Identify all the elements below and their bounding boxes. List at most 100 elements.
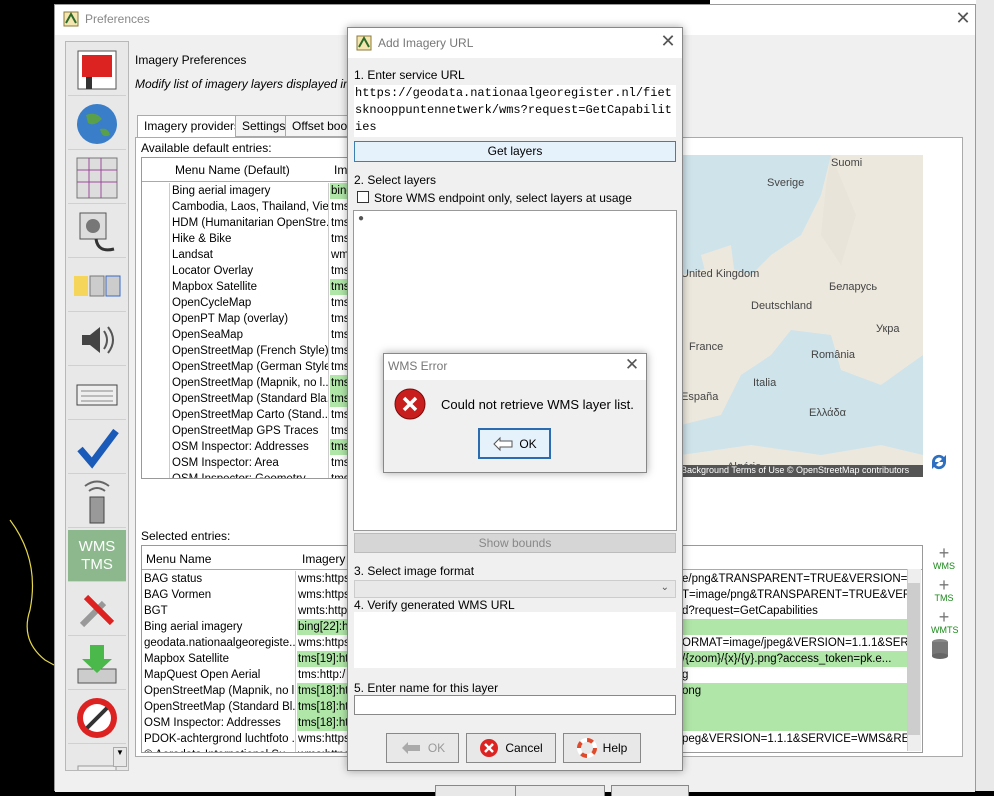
tab-advanced[interactable] <box>68 584 126 636</box>
close-icon[interactable]: ✕ <box>658 31 678 53</box>
download-plugins-icon <box>77 644 117 683</box>
table-cell <box>142 359 170 375</box>
table-cell: T=image/png&TRANSPARENT=TRUE&VER... <box>682 589 908 601</box>
map-label: United Kingdom <box>681 268 760 280</box>
table-cell: /{zoom}/{x}/{y}.png?access_token=pk.e... <box>682 651 908 667</box>
tab-map-projection[interactable] <box>68 98 126 150</box>
table-cell <box>142 407 170 423</box>
delete-cylinder-icon[interactable] <box>929 637 951 661</box>
table-cell: OpenStreetMap (Mapnik, no l... <box>144 683 296 699</box>
table-cell <box>682 747 908 752</box>
table-cell: ong <box>682 683 908 699</box>
refresh-icon[interactable] <box>928 451 950 473</box>
table-row[interactable]: OpenStreetMap Carto (Stand... tms <box>142 407 348 423</box>
table-cell <box>142 471 170 478</box>
table-cell: Bing aerial imagery <box>171 183 329 199</box>
tab-validator[interactable] <box>68 422 126 474</box>
add-wmts-button[interactable]: + WMTS <box>931 608 959 637</box>
tab-toolbar[interactable] <box>68 260 126 312</box>
table-cell <box>142 295 170 311</box>
table-cell <box>142 455 170 471</box>
table-row[interactable]: OpenPT Map (overlay) tms <box>142 311 348 327</box>
tab-remote-control[interactable] <box>68 476 126 528</box>
table-row[interactable]: OpenCycleMap tms <box>142 295 348 311</box>
tab-settings[interactable]: Settings <box>235 115 293 137</box>
table-row[interactable]: OpenStreetMap (French Style) tms <box>142 343 348 359</box>
background-map-line <box>9 519 54 666</box>
add-wms-button[interactable]: + WMS <box>931 544 957 573</box>
table-row[interactable]: Mapbox Satellite tms <box>142 279 348 295</box>
tab-display-settings[interactable] <box>68 44 126 96</box>
generated-wms-url-field[interactable] <box>354 612 676 668</box>
imagery-bounds-map[interactable]: Suomi Sverige United Kingdom Deutschland… <box>681 155 923 477</box>
cancel-button[interactable]: Cancel <box>466 733 556 763</box>
table-row[interactable]: HDM (Humanitarian OpenStre... tms <box>142 215 348 231</box>
close-icon[interactable]: ✕ <box>953 8 973 30</box>
tab-plugins[interactable] <box>68 638 126 690</box>
tab-imagery-providers[interactable]: Imagery providers <box>137 115 248 138</box>
layer-name-input[interactable] <box>354 695 676 715</box>
table-cell: e/png&TRANSPARENT=TRUE&VERSION=1... <box>682 573 908 585</box>
available-entries-table[interactable]: Menu Name (Default) Imagery URL (Default… <box>141 157 349 479</box>
tab-column-scroll-down[interactable]: ▼ <box>113 747 127 767</box>
table-cell <box>142 263 170 279</box>
table-cell: Locator Overlay <box>171 263 329 279</box>
map-attribution[interactable]: Background Terms of Use © OpenStreetMap … <box>681 465 923 477</box>
step5-label: 5. Enter name for this layer <box>354 681 499 695</box>
imagery-wms-tms-icon: WMS TMS <box>78 537 116 573</box>
ok-button[interactable]: OK <box>386 733 459 763</box>
table-cell: Mapbox Satellite <box>171 279 329 295</box>
image-format-select[interactable]: ⌄ <box>354 580 676 598</box>
store-endpoint-checkbox[interactable] <box>357 191 369 203</box>
table-cell <box>142 311 170 327</box>
table-cell: Landsat <box>171 247 329 263</box>
error-icon <box>394 388 426 420</box>
table-row[interactable]: Landsatwms <box>142 247 348 263</box>
audio-icon <box>82 325 114 354</box>
table-row[interactable]: OpenStreetMap (Mapnik, no l... tms <box>142 375 348 391</box>
table-row[interactable]: OpenStreetMap (Standard Bla... tms <box>142 391 348 407</box>
map-label: France <box>689 341 724 353</box>
tab-map-paint[interactable] <box>68 152 126 204</box>
background-window-edge-right <box>976 0 994 791</box>
column-header[interactable]: Menu Name (Default) <box>175 163 290 177</box>
help-button[interactable]: Help <box>563 733 641 763</box>
tab-connection[interactable] <box>68 206 126 258</box>
table-row[interactable]: OpenSeaMap tms <box>142 327 348 343</box>
table-row[interactable]: OpenStreetMap (German Style) tms <box>142 359 348 375</box>
table-cell: © Aerodata International Su... <box>142 747 296 752</box>
map-label: Укра <box>876 323 900 335</box>
add-tms-button[interactable]: + TMS <box>931 576 957 605</box>
table-row[interactable]: OSM Inspector: Geometry tms <box>142 471 348 478</box>
dialog-title: Add Imagery URL <box>378 36 474 50</box>
tab-audio[interactable] <box>68 314 126 366</box>
table-row[interactable]: Cambodia, Laos, Thailand, Vie... tms <box>142 199 348 215</box>
table-row[interactable]: OpenStreetMap GPS Traces tms <box>142 423 348 439</box>
table-row[interactable]: Locator Overlay tms <box>142 263 348 279</box>
show-bounds-button[interactable]: Show bounds <box>354 533 676 553</box>
table-cell: HDM (Humanitarian OpenStre... <box>172 215 329 231</box>
map-label: Suomi <box>831 157 863 169</box>
scrollbar-thumb[interactable] <box>908 583 920 735</box>
table-row[interactable]: Hike & Bike tms <box>142 231 348 247</box>
ok-button[interactable]: OK <box>478 428 551 459</box>
table-cell: g <box>682 669 689 681</box>
get-layers-button[interactable]: Get layers <box>354 141 676 162</box>
tab-shortcuts[interactable] <box>68 368 126 420</box>
map-label: România <box>811 349 856 361</box>
table-cell <box>682 619 908 635</box>
column-header[interactable]: Imagery URL <box>302 552 352 566</box>
table-row[interactable]: OSM Inspector: Area tms <box>142 455 348 471</box>
cancel-icon <box>480 739 499 757</box>
table-cell: BGT <box>142 603 296 619</box>
step3-label: 3. Select image format <box>354 564 475 578</box>
close-icon[interactable]: ✕ <box>622 355 642 377</box>
table-cell: ORMAT=image/jpeg&VERSION=1.1.1&SER... <box>682 637 908 649</box>
tab-imagery[interactable]: WMS TMS <box>68 530 126 582</box>
tab-remote[interactable] <box>68 692 126 744</box>
table-row[interactable]: Bing aerial imagerybing <box>142 183 348 199</box>
column-header[interactable]: Menu Name <box>146 552 211 566</box>
table-row[interactable]: OSM Inspector: Addresses tms <box>142 439 348 455</box>
map-label: Sverige <box>767 177 805 189</box>
service-url-input[interactable]: https://geodata.nationaalgeoregister.nl/… <box>354 85 676 137</box>
